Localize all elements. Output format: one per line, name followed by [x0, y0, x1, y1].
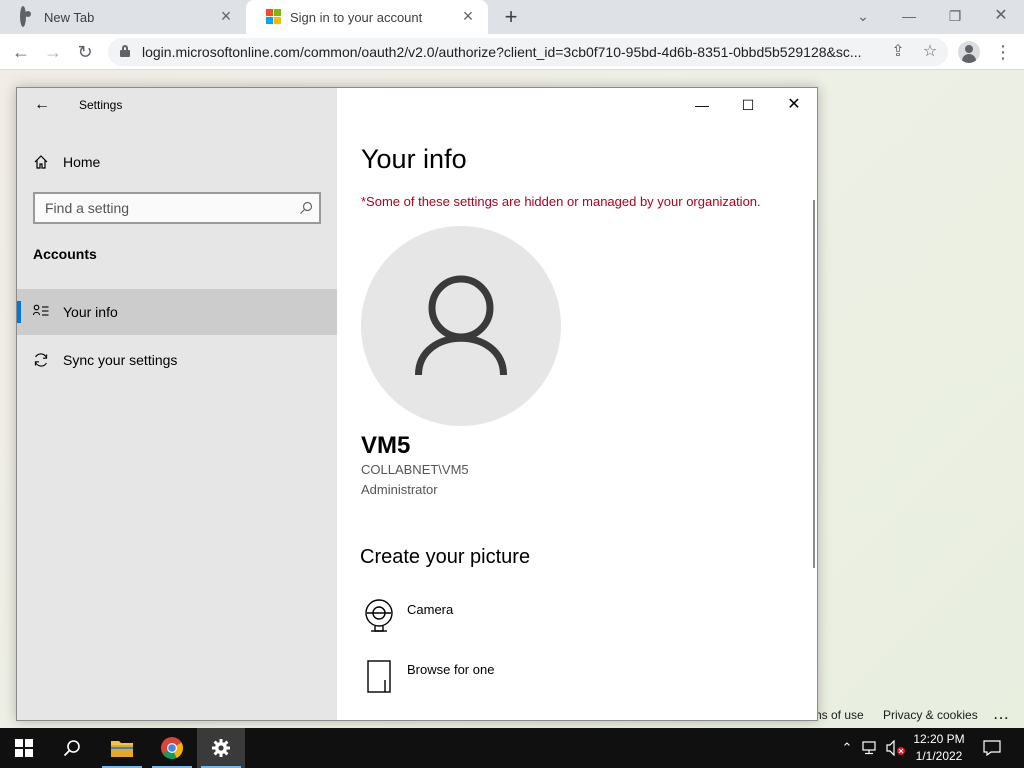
minimize-icon[interactable]: — — [895, 5, 923, 29]
browse-file-icon — [361, 658, 397, 694]
section-title-accounts: Accounts — [33, 246, 97, 262]
browse-option[interactable]: Browse for one — [361, 658, 661, 702]
new-tab-button[interactable]: + — [500, 6, 522, 28]
settings-sidebar: ← Settings Home Accounts Your info S — [17, 88, 337, 720]
search-button[interactable] — [48, 728, 96, 768]
option-label: Browse for one — [407, 662, 495, 677]
home-label: Home — [63, 154, 101, 170]
clock-date: 1/1/2022 — [915, 749, 963, 763]
forward-arrow-icon[interactable]: → — [42, 41, 64, 63]
search-icon[interactable] — [299, 201, 313, 215]
maximize-icon[interactable]: ☐ — [725, 92, 771, 118]
tab-search-icon[interactable]: ⌄ — [849, 5, 877, 29]
camera-icon — [361, 598, 397, 634]
settings-main-pane: — ☐ ✕ Your info *Some of these settings … — [337, 88, 817, 720]
sidebar-item-sync-settings[interactable]: Sync your settings — [17, 337, 337, 383]
windows-taskbar: ⌃ 12:20 PM 1/1/2022 — [0, 728, 1024, 768]
chrome-button[interactable] — [148, 728, 196, 768]
user-display-name: VM5 — [361, 432, 411, 459]
notifications-icon[interactable] — [980, 728, 1004, 768]
tab-title: New Tab — [44, 9, 95, 25]
search-icon — [63, 740, 80, 757]
share-icon[interactable]: ⇪ — [888, 42, 908, 62]
restore-icon[interactable]: ❐ — [941, 5, 969, 29]
tab-new-tab[interactable]: New Tab × — [0, 0, 246, 34]
gear-icon — [212, 739, 230, 757]
windows-logo-icon — [15, 739, 33, 757]
more-options-icon[interactable]: ... — [994, 708, 1010, 722]
tab-sign-in[interactable]: Sign in to your account × — [246, 0, 488, 34]
show-hidden-icons-chevron-icon[interactable]: ⌃ — [836, 728, 858, 768]
back-arrow-icon[interactable]: ← — [10, 41, 32, 63]
browser-toolbar: ← → ↻ login.microsoftonline.com/common/o… — [0, 34, 1024, 70]
network-icon[interactable] — [860, 728, 882, 768]
url-text[interactable]: login.microsoftonline.com/common/oauth2/… — [142, 44, 872, 60]
reload-icon[interactable]: ↻ — [74, 41, 96, 63]
bookmark-star-icon[interactable]: ☆ — [920, 42, 940, 62]
camera-option[interactable]: Camera — [361, 598, 661, 642]
sync-icon — [33, 352, 49, 368]
managed-settings-notice: *Some of these settings are hidden or ma… — [361, 194, 761, 209]
sidebar-item-your-info[interactable]: Your info — [17, 289, 337, 335]
minimize-icon[interactable]: — — [679, 92, 725, 118]
close-tab-icon[interactable]: × — [218, 7, 234, 25]
privacy-cookies-link[interactable]: Privacy & cookies — [883, 708, 978, 722]
user-account: COLLABNET\VM5 — [361, 462, 469, 477]
start-button[interactable] — [0, 728, 48, 768]
close-window-icon[interactable]: ✕ — [987, 5, 1015, 29]
file-explorer-button[interactable] — [98, 728, 146, 768]
address-bar[interactable]: login.microsoftonline.com/common/oauth2/… — [108, 38, 948, 66]
avatar — [361, 226, 561, 426]
user-icon — [415, 275, 507, 376]
folder-icon — [111, 741, 133, 757]
option-label: Camera — [407, 602, 454, 617]
back-arrow-icon[interactable]: ← — [31, 94, 53, 116]
lock-icon — [120, 45, 130, 57]
your-info-icon — [32, 304, 49, 320]
settings-window: ← Settings Home Accounts Your info S — [16, 87, 818, 721]
app-title: Settings — [79, 98, 123, 112]
chrome-icon — [161, 737, 183, 759]
sidebar-item-label: Sync your settings — [63, 352, 178, 368]
search-input[interactable] — [35, 194, 289, 222]
close-tab-icon[interactable]: × — [460, 7, 476, 25]
settings-search-box[interactable] — [33, 192, 321, 224]
microsoft-logo-icon — [266, 9, 282, 25]
close-icon[interactable]: ✕ — [771, 92, 817, 118]
profile-avatar-icon[interactable] — [958, 41, 980, 63]
settings-taskbar-button[interactable] — [197, 728, 245, 768]
sidebar-item-label: Your info — [63, 304, 118, 320]
tab-title: Sign in to your account — [290, 9, 423, 25]
home-nav-item[interactable]: Home — [33, 148, 323, 176]
home-icon — [33, 154, 49, 170]
chrome-icon — [20, 6, 36, 27]
vertical-scrollbar[interactable] — [813, 200, 815, 568]
taskbar-clock[interactable]: 12:20 PM 1/1/2022 — [904, 731, 974, 765]
user-role: Administrator — [361, 482, 438, 497]
clock-time: 12:20 PM — [913, 732, 965, 746]
terms-of-use-link[interactable]: ns of use — [815, 708, 864, 722]
page-title: Your info — [361, 144, 467, 174]
browser-tab-strip: New Tab × Sign in to your account × + ⌄ … — [0, 0, 1024, 34]
chrome-menu-icon[interactable]: ⋮ — [994, 41, 1012, 63]
create-picture-heading: Create your picture — [360, 546, 531, 568]
